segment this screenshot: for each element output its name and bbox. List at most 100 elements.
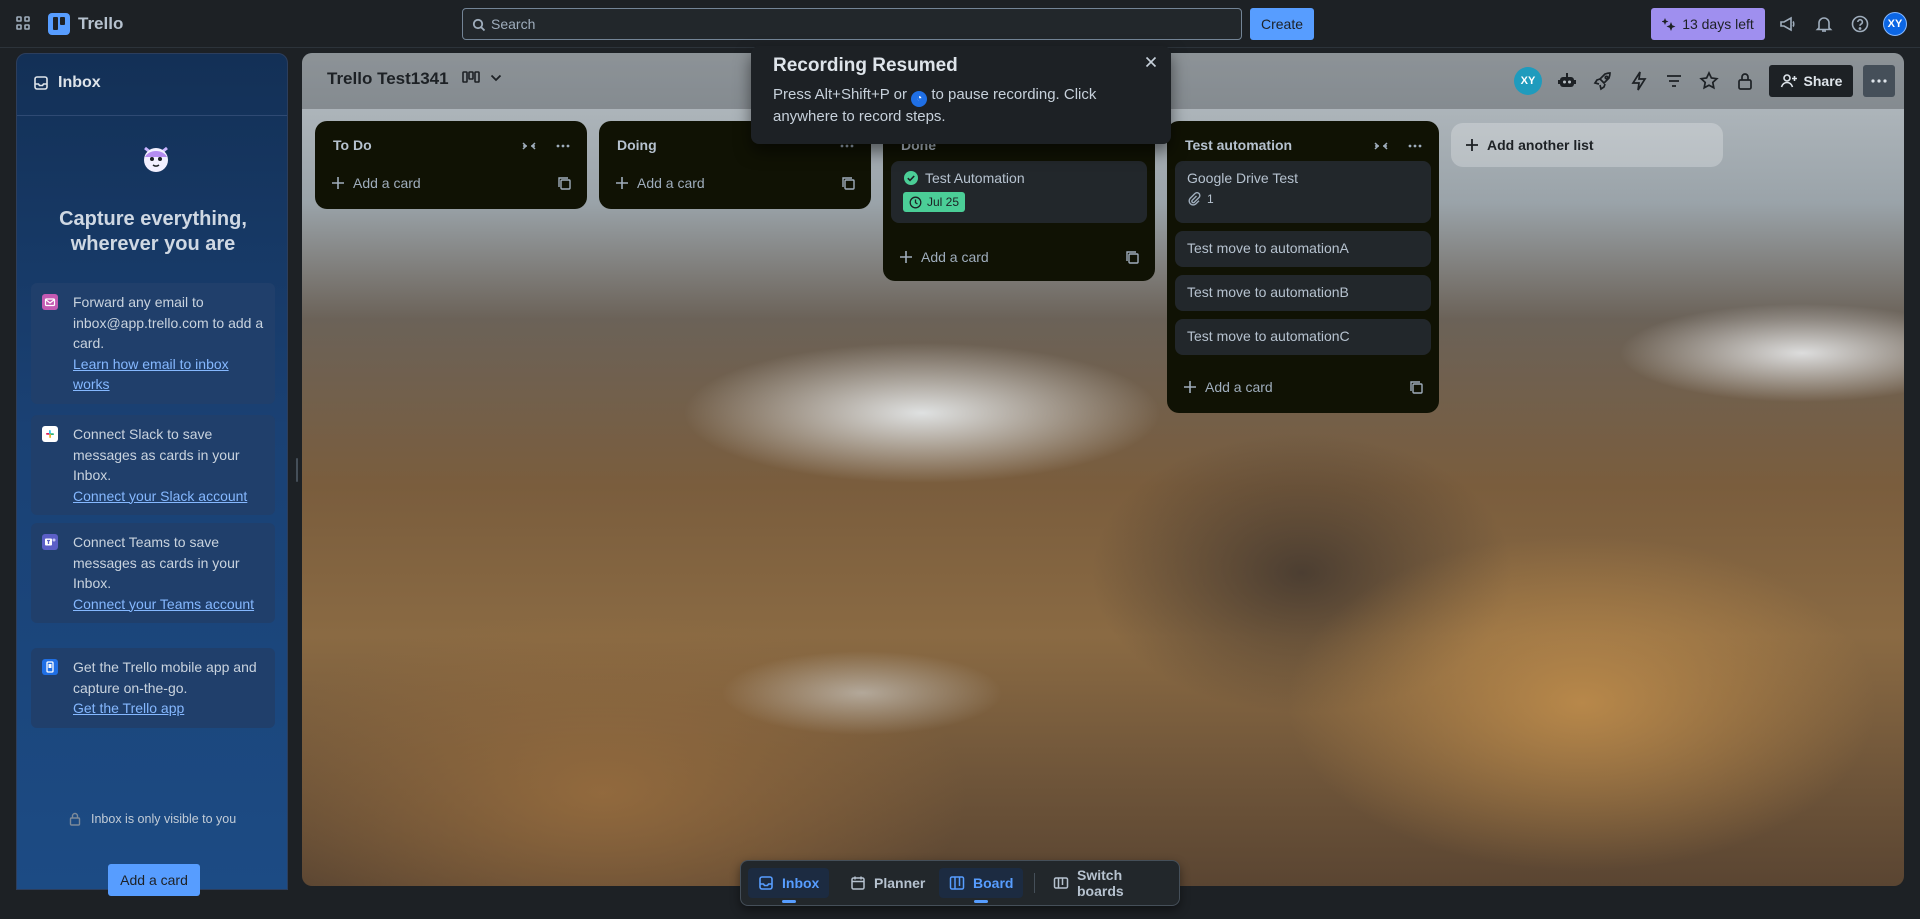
user-avatar[interactable]: XY xyxy=(1883,12,1907,36)
add-card-button[interactable]: Add a card xyxy=(331,175,421,191)
inbox-headline: Capture everything, wherever you are xyxy=(59,208,247,255)
add-card-button[interactable]: Add a card xyxy=(1183,379,1273,395)
list-to-do[interactable]: To Do Add a card xyxy=(315,121,587,209)
tip-email-text: Forward any email to inbox@app.trello.co… xyxy=(73,294,264,351)
due-date-badge[interactable]: Jul 25 xyxy=(903,192,966,212)
card-title: Test move to automationB xyxy=(1187,284,1349,300)
trial-label: 13 days left xyxy=(1682,16,1754,32)
search-placeholder: Search xyxy=(491,16,536,32)
tip-teams-text: Connect Teams to save messages as cards … xyxy=(73,534,240,591)
board-view-switcher[interactable] xyxy=(462,71,502,85)
bell-icon[interactable] xyxy=(1814,14,1834,34)
board-member-avatar[interactable]: XY xyxy=(1514,67,1542,95)
lightning-bolt-icon[interactable] xyxy=(1628,70,1650,92)
recording-toast[interactable]: Recording Resumed Press Alt+Shift+P or ◔… xyxy=(751,46,1171,144)
add-another-list-button[interactable]: Add another list xyxy=(1451,123,1723,167)
plus-icon xyxy=(899,250,913,264)
divider xyxy=(17,115,287,116)
board-title[interactable]: Trello Test1341 xyxy=(327,69,449,89)
help-icon[interactable] xyxy=(1850,14,1870,34)
more-horizontal-icon xyxy=(1871,79,1887,83)
inbox-add-card-button[interactable]: Add a card xyxy=(108,864,200,896)
tip-slack: Connect Slack to save messages as cards … xyxy=(31,415,275,515)
trial-days-left-button[interactable]: 13 days left xyxy=(1651,8,1765,40)
tip-email-link[interactable]: Learn how email to inbox works xyxy=(73,354,265,395)
collapse-list-icon[interactable] xyxy=(1373,138,1389,154)
share-label: Share xyxy=(1803,73,1843,89)
taco-mascot-icon xyxy=(137,138,175,176)
add-card-label: Add a card xyxy=(921,249,989,265)
card-title: Test Automation xyxy=(925,170,1025,186)
switcher-inbox-tab[interactable]: Inbox xyxy=(748,868,830,903)
tip-teams-link[interactable]: Connect your Teams account xyxy=(73,594,265,615)
megaphone-icon[interactable] xyxy=(1778,14,1798,34)
list-test-automation[interactable]: Test automation Google Drive Test 1 Test… xyxy=(1167,121,1439,413)
card-title-row: Test Automation xyxy=(903,170,1135,186)
plus-icon xyxy=(1465,138,1479,152)
chevron-down-icon xyxy=(490,74,502,82)
search-input[interactable]: Search xyxy=(462,8,1242,40)
inbox-icon xyxy=(33,75,49,91)
add-card-button[interactable]: Add a card xyxy=(899,249,989,265)
recorder-pause-icon: ◔ xyxy=(911,91,928,107)
visibility-note-text: Inbox is only visible to you xyxy=(91,812,237,826)
calendar-icon xyxy=(850,875,866,891)
clock-icon xyxy=(909,196,922,209)
list-title[interactable]: Test automation xyxy=(1185,137,1292,153)
trello-logo[interactable]: Trello xyxy=(48,12,123,36)
tip-slack-text: Connect Slack to save messages as cards … xyxy=(73,426,240,483)
card-template-icon[interactable] xyxy=(842,177,856,191)
switcher-board-tab[interactable]: Board xyxy=(939,868,1024,903)
card-template-icon[interactable] xyxy=(1410,381,1424,395)
list-actions-icon[interactable] xyxy=(1407,138,1423,154)
list-title[interactable]: Doing xyxy=(617,137,657,153)
card-test-move-c[interactable]: Test move to automationC xyxy=(1175,319,1431,355)
card-template-icon[interactable] xyxy=(1126,251,1140,265)
add-card-button[interactable]: Add a card xyxy=(615,175,705,191)
panel-resize-handle[interactable] xyxy=(296,458,298,482)
add-card-label: Add a card xyxy=(353,175,421,191)
switcher-planner-tab[interactable]: Planner xyxy=(840,868,935,898)
card-title: Test move to automationA xyxy=(1187,240,1349,256)
board-canvas: Trello Test1341 XY Share To Do Add a car… xyxy=(302,53,1904,886)
mobile-icon xyxy=(42,659,58,675)
visibility-lock-icon[interactable] xyxy=(1734,70,1756,92)
app-name: Trello xyxy=(78,14,124,33)
close-icon[interactable] xyxy=(1143,54,1159,70)
inbox-title: Inbox xyxy=(58,74,101,91)
card-test-move-b[interactable]: Test move to automationB xyxy=(1175,275,1431,311)
switch-boards-button[interactable]: Switch boards xyxy=(1043,867,1179,899)
tip-teams: Connect Teams to save messages as cards … xyxy=(31,523,275,623)
list-done[interactable]: Done Test Automation Jul 25 Add a card xyxy=(883,121,1155,281)
list-title[interactable]: To Do xyxy=(333,137,372,153)
switcher-label: Switch boards xyxy=(1077,867,1124,899)
create-button[interactable]: Create xyxy=(1250,8,1314,40)
apps-grid-icon[interactable] xyxy=(14,14,34,34)
card-title: Google Drive Test xyxy=(1187,170,1299,186)
star-icon[interactable] xyxy=(1698,70,1720,92)
power-ups-rocket-icon[interactable] xyxy=(1592,70,1614,92)
divider xyxy=(1034,873,1035,893)
attachment-badge: 1 xyxy=(1187,192,1419,206)
tip-slack-link[interactable]: Connect your Slack account xyxy=(73,486,265,507)
share-button[interactable]: Share xyxy=(1769,65,1853,97)
add-card-label: Add a card xyxy=(1205,379,1273,395)
card-google-drive-test[interactable]: Google Drive Test 1 xyxy=(1175,161,1431,223)
card-test-move-a[interactable]: Test move to automationA xyxy=(1175,231,1431,267)
switcher-label: Inbox xyxy=(782,875,820,891)
board-view-icon xyxy=(462,71,480,85)
card-test-automation[interactable]: Test Automation Jul 25 xyxy=(891,161,1147,223)
toast-body: Press Alt+Shift+P or ◔ to pause recordin… xyxy=(773,85,1149,127)
list-actions-icon[interactable] xyxy=(555,138,571,154)
tip-mobile-link[interactable]: Get the Trello app xyxy=(73,698,265,719)
attachment-count: 1 xyxy=(1207,192,1214,206)
tip-email: Forward any email to inbox@app.trello.co… xyxy=(31,283,275,404)
filter-icon[interactable] xyxy=(1663,70,1685,92)
slack-icon xyxy=(42,426,58,442)
collapse-list-icon[interactable] xyxy=(521,138,537,154)
card-template-icon[interactable] xyxy=(558,177,572,191)
robot-automation-icon[interactable] xyxy=(1556,70,1578,92)
board-menu-button[interactable] xyxy=(1863,65,1895,97)
switch-boards-icon xyxy=(1053,875,1069,891)
inbox-panel: Inbox Capture everything, wherever you a… xyxy=(16,53,288,896)
